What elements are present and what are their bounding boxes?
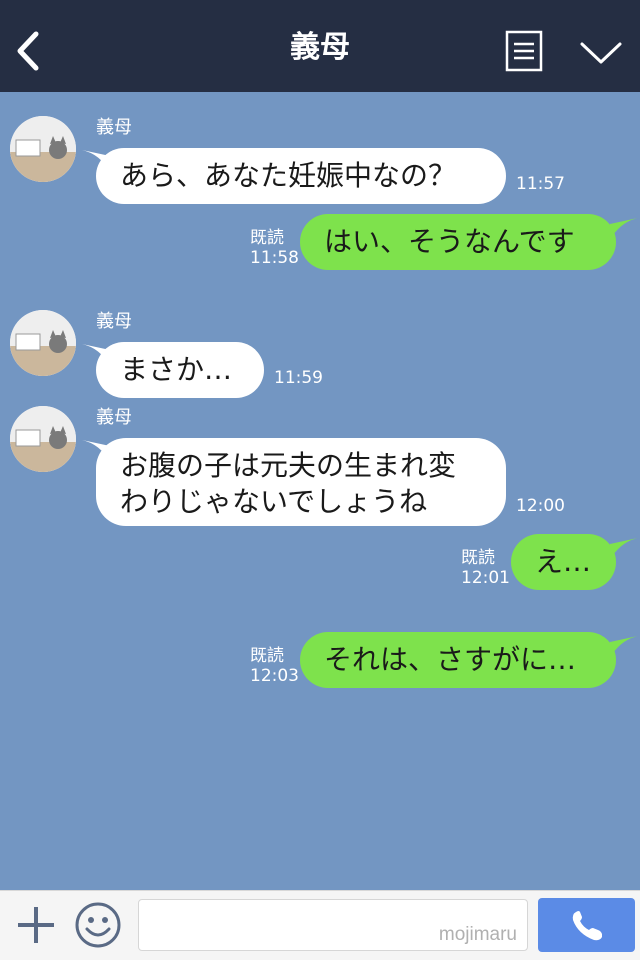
smiley-icon (75, 902, 121, 948)
message-time: 12:01 (461, 568, 510, 588)
message-bubble[interactable]: お腹の子は元夫の生まれ変わりじゃないでしょうね (96, 438, 506, 526)
plus-icon (18, 907, 54, 943)
sender-name: 義母 (96, 407, 132, 428)
avatar[interactable] (10, 116, 76, 182)
watermark-text: mojimaru (438, 924, 517, 945)
call-button[interactable] (538, 898, 635, 952)
avatar-photo-icon (10, 116, 76, 182)
avatar[interactable] (10, 310, 76, 376)
message-bubble[interactable]: はい、そうなんです (300, 214, 616, 270)
message-text: え… (535, 545, 592, 578)
read-receipt: 既読 (250, 646, 284, 666)
message-bubble[interactable]: あら、あなた妊娠中なの？ (96, 148, 506, 204)
avatar-photo-icon (10, 406, 76, 472)
avatar-photo-icon (10, 310, 76, 376)
chat-title: 義母 (290, 30, 350, 65)
message-bubble[interactable]: それは、さすがに… (300, 632, 616, 688)
sender-name: 義母 (96, 311, 132, 332)
collapse-button[interactable] (578, 36, 624, 68)
message-time: 12:00 (516, 496, 565, 516)
message-text: あら、あなた妊娠中なの？ (120, 159, 457, 192)
message-text: それは、さすがに… (324, 643, 577, 676)
sender-name: 義母 (96, 117, 132, 138)
chevron-down-icon (580, 42, 622, 64)
avatar[interactable] (10, 406, 76, 472)
read-receipt: 既読 (461, 548, 495, 568)
input-bar: mojimaru (0, 890, 640, 960)
menu-button[interactable] (505, 30, 543, 72)
message-bubble[interactable]: え… (511, 534, 616, 590)
chat-area[interactable]: 義母 あら、あなた妊娠中なの？ 11:57 既読 11:58 はい、そうなんです… (0, 92, 640, 890)
document-list-icon (505, 30, 543, 72)
phone-icon (572, 911, 602, 941)
message-bubble[interactable]: まさか… (96, 342, 264, 398)
message-time: 11:57 (516, 174, 565, 194)
message-text: まさか… (120, 353, 233, 386)
emoji-button[interactable] (74, 901, 122, 949)
chat-header: 義母 (0, 0, 640, 92)
message-text: お腹の子は元夫の生まれ変わりじゃないでしょうね (120, 449, 457, 518)
message-text: はい、そうなんです (324, 225, 575, 258)
message-time: 11:59 (274, 368, 323, 388)
message-input[interactable]: mojimaru (138, 899, 528, 951)
read-receipt: 既読 (250, 228, 284, 248)
message-time: 11:58 (250, 248, 299, 268)
message-time: 12:03 (250, 666, 299, 686)
add-button[interactable] (14, 903, 58, 947)
